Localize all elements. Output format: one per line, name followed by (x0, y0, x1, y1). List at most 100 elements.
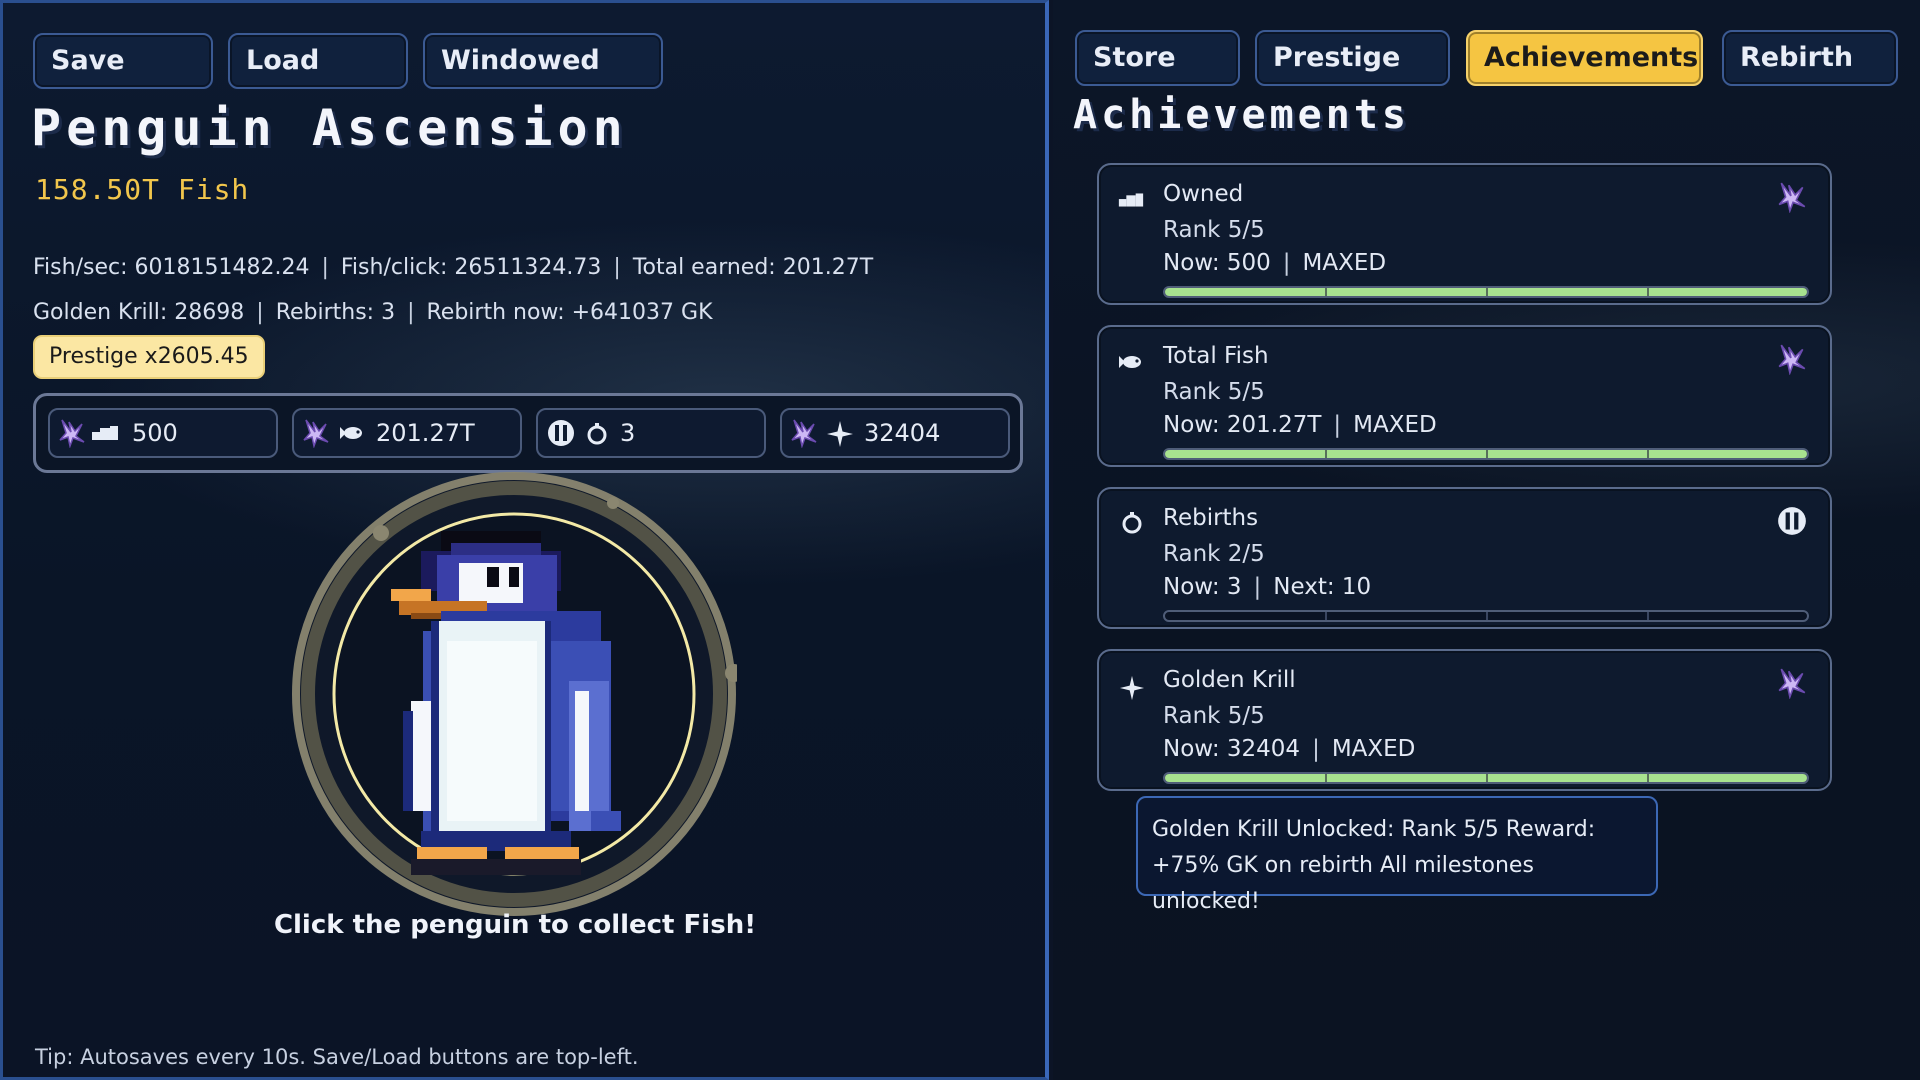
section-title: Achievements (1073, 92, 1410, 138)
tab-rebirth[interactable]: Rebirth (1722, 30, 1898, 86)
achievement-name: Rebirths (1163, 505, 1259, 531)
achievement-status: MAXED (1331, 736, 1416, 762)
milestone-tick (1647, 774, 1649, 782)
penguin-portrait (292, 472, 743, 916)
achievement-progress-text: Now: 32404 | MAXED (1163, 736, 1415, 762)
achievement-card-total-fish[interactable]: Total Fish Rank 5/5 Now: 201.27T | MAXED (1097, 325, 1832, 467)
stat-separator: | (407, 300, 415, 325)
achievement-status: Next: 10 (1273, 574, 1372, 600)
stat-separator: | (1253, 574, 1262, 600)
tab-prestige[interactable]: Prestige (1255, 30, 1450, 86)
milestone-tick (1325, 774, 1327, 782)
milestone-tick (1486, 450, 1488, 458)
fish-icon (340, 427, 362, 439)
stat-separator: | (1312, 736, 1320, 762)
milestone-tick (1647, 612, 1649, 620)
achievement-status: MAXED (1302, 250, 1387, 276)
chip-value: 500 (132, 419, 178, 447)
achievement-rank: Rank 5/5 (1163, 703, 1265, 729)
achievement-current-value: Now: 32404 (1163, 736, 1301, 762)
tooltip-line: +75% GK on rebirth All milestones unlock… (1152, 853, 1534, 914)
milestone-tick (1486, 288, 1488, 296)
milestone-tick (1647, 450, 1649, 458)
achievement-current-value: Now: 201.27T (1163, 412, 1322, 438)
fish-per-click: Fish/click: 26511324.73 (340, 255, 602, 280)
achievement-card-owned[interactable]: Owned Rank 5/5 Now: 500 | MAXED (1097, 163, 1832, 305)
click-hint: Click the penguin to collect Fish! (273, 910, 757, 940)
ring-icon (1122, 512, 1142, 534)
penguin-click-target[interactable] (291, 471, 743, 917)
tab-achievements[interactable]: Achievements (1466, 30, 1703, 86)
milestone-tick (1325, 450, 1327, 458)
achievement-status: MAXED (1353, 412, 1437, 438)
star-badge-icon (1778, 344, 1806, 375)
achievement-rank: Rank 5/5 (1163, 217, 1265, 243)
chip-value: 201.27T (376, 419, 475, 447)
lock-icon (548, 420, 574, 446)
star-badge-icon (59, 419, 85, 448)
achievement-progress-bar (1163, 286, 1809, 298)
fish-per-sec: Fish/sec: 6018151482.24 (33, 255, 310, 280)
achievement-progress-bar (1163, 610, 1809, 622)
star-badge-icon (791, 419, 817, 448)
autosave-tip: Tip: Autosaves every 10s. Save/Load butt… (35, 1045, 639, 1069)
achievement-card-rebirths[interactable]: Rebirths Rank 2/5 Now: 3 | Next: 10 (1097, 487, 1832, 629)
tab-store[interactable]: Store (1075, 30, 1240, 86)
achievement-progress-bar (1163, 448, 1809, 460)
ring-icon (587, 423, 607, 445)
fish-currency: 158.50T Fish (35, 173, 250, 206)
achievement-card-golden-krill[interactable]: Golden Krill Rank 5/5 Now: 32404 | MAXED (1097, 649, 1832, 791)
milestone-tick (1325, 288, 1327, 296)
achievement-rank: Rank 2/5 (1163, 541, 1265, 567)
total-earned: Total earned: 201.27T (632, 255, 874, 280)
chip-rebirths[interactable]: 3 (536, 408, 766, 458)
achievement-current-value: Now: 500 (1163, 250, 1271, 276)
game-title: Penguin Ascension (31, 99, 628, 157)
chip-total-fish[interactable]: 201.27T (292, 408, 522, 458)
achievement-name: Total Fish (1163, 343, 1269, 369)
fish-icon (1119, 356, 1141, 368)
star-badge-icon (303, 419, 329, 448)
stat-separator: | (256, 300, 264, 325)
star-badge-icon (1778, 182, 1806, 213)
stats-row-1: Fish/sec: 6018151482.24 | Fish/click: 2651… (33, 255, 873, 280)
stat-separator: | (1333, 412, 1342, 438)
achievement-progress-bar (1163, 772, 1809, 784)
lock-icon (1778, 507, 1806, 535)
achievement-progress-text: Now: 500 | MAXED (1163, 250, 1386, 276)
achievement-tooltip: Golden Krill Unlocked: Rank 5/5 Reward: … (1136, 796, 1658, 914)
windowed-button[interactable]: Windowed (423, 33, 663, 89)
sparkle-icon (1119, 675, 1145, 701)
stat-separator: | (613, 255, 621, 280)
achievement-name: Golden Krill (1163, 667, 1296, 693)
prestige-multiplier-badge: Prestige x2605.45 (33, 335, 265, 379)
milestone-tick (1647, 288, 1649, 296)
igloo-icon (1118, 193, 1144, 207)
rebirth-count: Rebirths: 3 (275, 300, 396, 325)
stat-separator: | (321, 255, 329, 280)
star-badge-icon (1778, 668, 1806, 699)
achievement-name: Owned (1163, 181, 1244, 207)
stats-row-2: Golden Krill: 28698 | Rebirths: 3 | Rebirth … (33, 300, 713, 325)
chip-owned[interactable]: 500 (48, 408, 278, 458)
tooltip-line: Golden Krill Unlocked: Rank 5/5 Reward: (1152, 817, 1596, 842)
achievement-current-value: Now: 3 (1163, 574, 1242, 600)
achievement-progress-text: Now: 3 | Next: 10 (1163, 574, 1371, 600)
igloo-icon (92, 426, 118, 440)
stat-separator: | (1282, 250, 1291, 276)
milestone-tick (1325, 612, 1327, 620)
golden-krill-count: Golden Krill: 28698 (33, 300, 245, 325)
chip-value: 32404 (864, 419, 941, 447)
sparkle-icon (827, 421, 853, 447)
achievement-rank: Rank 5/5 (1163, 379, 1265, 405)
chip-golden-krill[interactable]: 32404 (780, 408, 1010, 458)
achievement-chip-bar: 500 201.27T 3 32404 (33, 393, 1023, 473)
left-panel: Save Load Windowed Penguin Ascension 158… (0, 0, 1049, 1080)
rebirth-now-value: Rebirth now: +641037 GK (426, 300, 713, 325)
milestone-tick (1486, 612, 1488, 620)
chip-value: 3 (620, 419, 636, 447)
load-button[interactable]: Load (228, 33, 408, 89)
milestone-tick (1486, 774, 1488, 782)
save-button[interactable]: Save (33, 33, 213, 89)
achievement-progress-text: Now: 201.27T | MAXED (1163, 412, 1437, 438)
